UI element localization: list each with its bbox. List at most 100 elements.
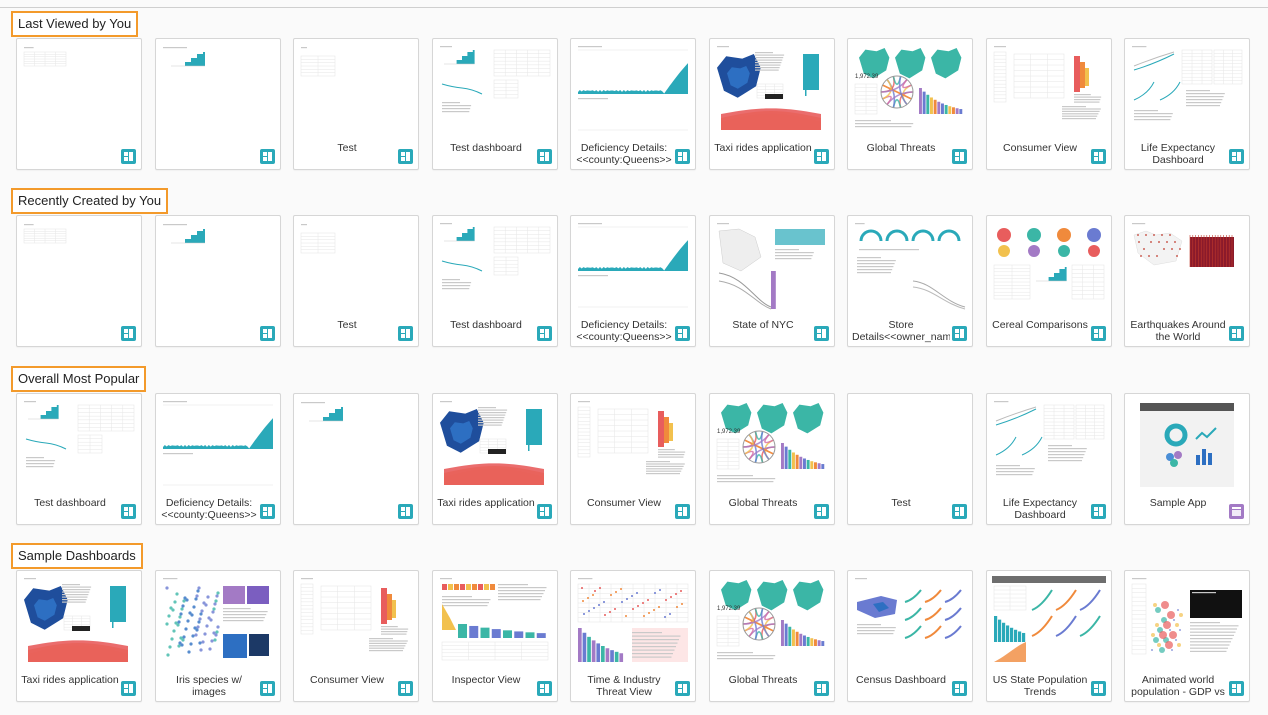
dashboard-type-icon [260, 681, 275, 696]
dashboard-thumbnail [1131, 578, 1242, 655]
dashboard-card[interactable]: Inspector View [432, 570, 558, 702]
dashboard-card[interactable]: Earthquakes Around the World [1124, 215, 1250, 347]
app-type-icon [1229, 504, 1244, 519]
card-title: Life Expectancy Dashboard [1140, 142, 1216, 166]
dashboard-thumbnail [23, 47, 67, 67]
dashboard-type-icon [1091, 504, 1106, 519]
card-title: Sample App [1149, 497, 1207, 509]
dashboard-card[interactable]: US State Population Trends [986, 570, 1112, 702]
dashboard-thumbnail: 1,972.39 [716, 580, 825, 660]
card-title: Consumer View [310, 674, 384, 686]
dashboard-card[interactable]: Test dashboard [16, 393, 142, 525]
dashboard-card[interactable]: Consumer View [986, 38, 1112, 170]
dashboard-thumbnail: 1,972.39 [854, 48, 963, 128]
dashboard-type-icon [537, 149, 552, 164]
section-title: Last Viewed by You [11, 11, 139, 37]
dashboard-thumbnail [717, 46, 821, 130]
card-title: Test dashboard [450, 319, 522, 331]
dashboard-thumbnail [163, 401, 273, 486]
dashboard-card[interactable]: Cereal Comparisons [986, 215, 1112, 347]
dashboard-card[interactable]: 1,972.39 Global Threats [847, 38, 973, 170]
dashboard-type-icon [1229, 326, 1244, 341]
dashboard-card[interactable] [155, 215, 281, 347]
card-title: Inspector View [451, 674, 521, 686]
dashboard-type-icon [260, 149, 275, 164]
dashboard-card[interactable]: Life Expectancy Dashboard [986, 393, 1112, 525]
card-title: Earthquakes Around the World [1130, 319, 1226, 343]
dashboard-type-icon [1091, 326, 1106, 341]
dashboard-card[interactable]: Taxi rides application [709, 38, 835, 170]
dashboard-card[interactable]: Animated world population - GDP vs life [1124, 570, 1250, 702]
dashboard-thumbnail [578, 46, 688, 131]
section-title: Recently Created by You [11, 188, 169, 214]
dashboard-card[interactable] [16, 38, 142, 170]
dashboard-type-icon [121, 681, 136, 696]
dashboard-card[interactable]: Census Dashboard [847, 570, 973, 702]
dashboard-card[interactable]: Time & Industry Threat View [570, 570, 696, 702]
dashboard-type-icon [260, 504, 275, 519]
dashboard-thumbnail [440, 578, 549, 661]
dashboard-card[interactable] [16, 215, 142, 347]
dashboard-thumbnail [300, 224, 336, 254]
card-title: State of NYC [732, 319, 794, 331]
dashboard-thumbnail [300, 578, 409, 652]
card-title: Cereal Comparisons [992, 319, 1088, 331]
dashboard-type-icon [675, 681, 690, 696]
dashboard-thumbnail [163, 47, 205, 67]
dashboard-card[interactable]: Test [293, 215, 419, 347]
card-title: Time & Industry Threat View [587, 674, 661, 698]
section-title: Sample Dashboards [11, 543, 143, 569]
dashboard-type-icon [1229, 681, 1244, 696]
dashboard-thumbnail [577, 578, 689, 662]
dashboard-thumbnail [855, 223, 966, 310]
card-title: Animated world population - GDP vs life [1131, 674, 1225, 698]
dashboard-type-icon [121, 504, 136, 519]
dashboard-thumbnail [163, 224, 205, 244]
dashboard-card[interactable] [155, 38, 281, 170]
dashboard-thumbnail [163, 578, 269, 658]
card-title: Global Threats [866, 142, 936, 154]
dashboard-card[interactable]: Life Expectancy Dashboard [1124, 38, 1250, 170]
dashboard-card[interactable]: Test dashboard [432, 38, 558, 170]
dashboard-type-icon [675, 326, 690, 341]
dashboard-card[interactable]: Test dashboard [432, 215, 558, 347]
dashboard-card[interactable]: 1,972.39 Global Threats [709, 570, 835, 702]
card-title: Test [337, 142, 357, 154]
dashboard-type-icon [1091, 681, 1106, 696]
card-title: Deficiency Details: <<county:Queens>> [576, 142, 672, 166]
card-title: Deficiency Details: <<county:Queens>> [161, 497, 257, 521]
dashboard-type-icon [398, 681, 413, 696]
dashboard-thumbnail [301, 402, 343, 422]
card-title: Test [891, 497, 911, 509]
dashboard-card[interactable]: Consumer View [570, 393, 696, 525]
dashboard-thumbnail [855, 578, 962, 639]
dashboard-card[interactable]: Sample App [1124, 393, 1250, 525]
dashboard-thumbnail [1140, 403, 1234, 487]
dashboard-card[interactable]: 1,972.39 Global Threats [709, 393, 835, 525]
dashboard-card[interactable]: Consumer View [293, 570, 419, 702]
card-title: Test dashboard [34, 497, 106, 509]
dashboard-type-icon [952, 326, 967, 341]
dashboard-thumbnail [440, 223, 551, 290]
section-title: Overall Most Popular [11, 366, 147, 392]
dashboard-card[interactable]: Deficiency Details: <<county:Queens>> [155, 393, 281, 525]
dashboard-card[interactable]: State of NYC [709, 215, 835, 347]
dashboard-type-icon [814, 326, 829, 341]
card-title: Test dashboard [450, 142, 522, 154]
dashboard-card[interactable] [293, 393, 419, 525]
dashboard-card[interactable]: Taxi rides application [432, 393, 558, 525]
dashboard-type-icon [952, 149, 967, 164]
card-title: Global Threats [728, 674, 798, 686]
card-title: Taxi rides application [714, 142, 812, 154]
dashboard-card[interactable]: Deficiency Details: <<county:Queens>> [570, 38, 696, 170]
svg-text:1,972.39: 1,972.39 [717, 429, 741, 435]
dashboard-card[interactable]: Taxi rides application [16, 570, 142, 702]
dashboard-card[interactable]: Test [293, 38, 419, 170]
dashboard-card[interactable]: Store Details<<owner_name: [847, 215, 973, 347]
dashboard-type-icon [952, 504, 967, 519]
dashboard-card[interactable]: Iris species w/ images [155, 570, 281, 702]
dashboard-card[interactable]: Test [847, 393, 973, 525]
dashboard-card[interactable]: Deficiency Details: <<county:Queens>> [570, 215, 696, 347]
dashboard-type-icon [398, 326, 413, 341]
dashboard-type-icon [121, 149, 136, 164]
